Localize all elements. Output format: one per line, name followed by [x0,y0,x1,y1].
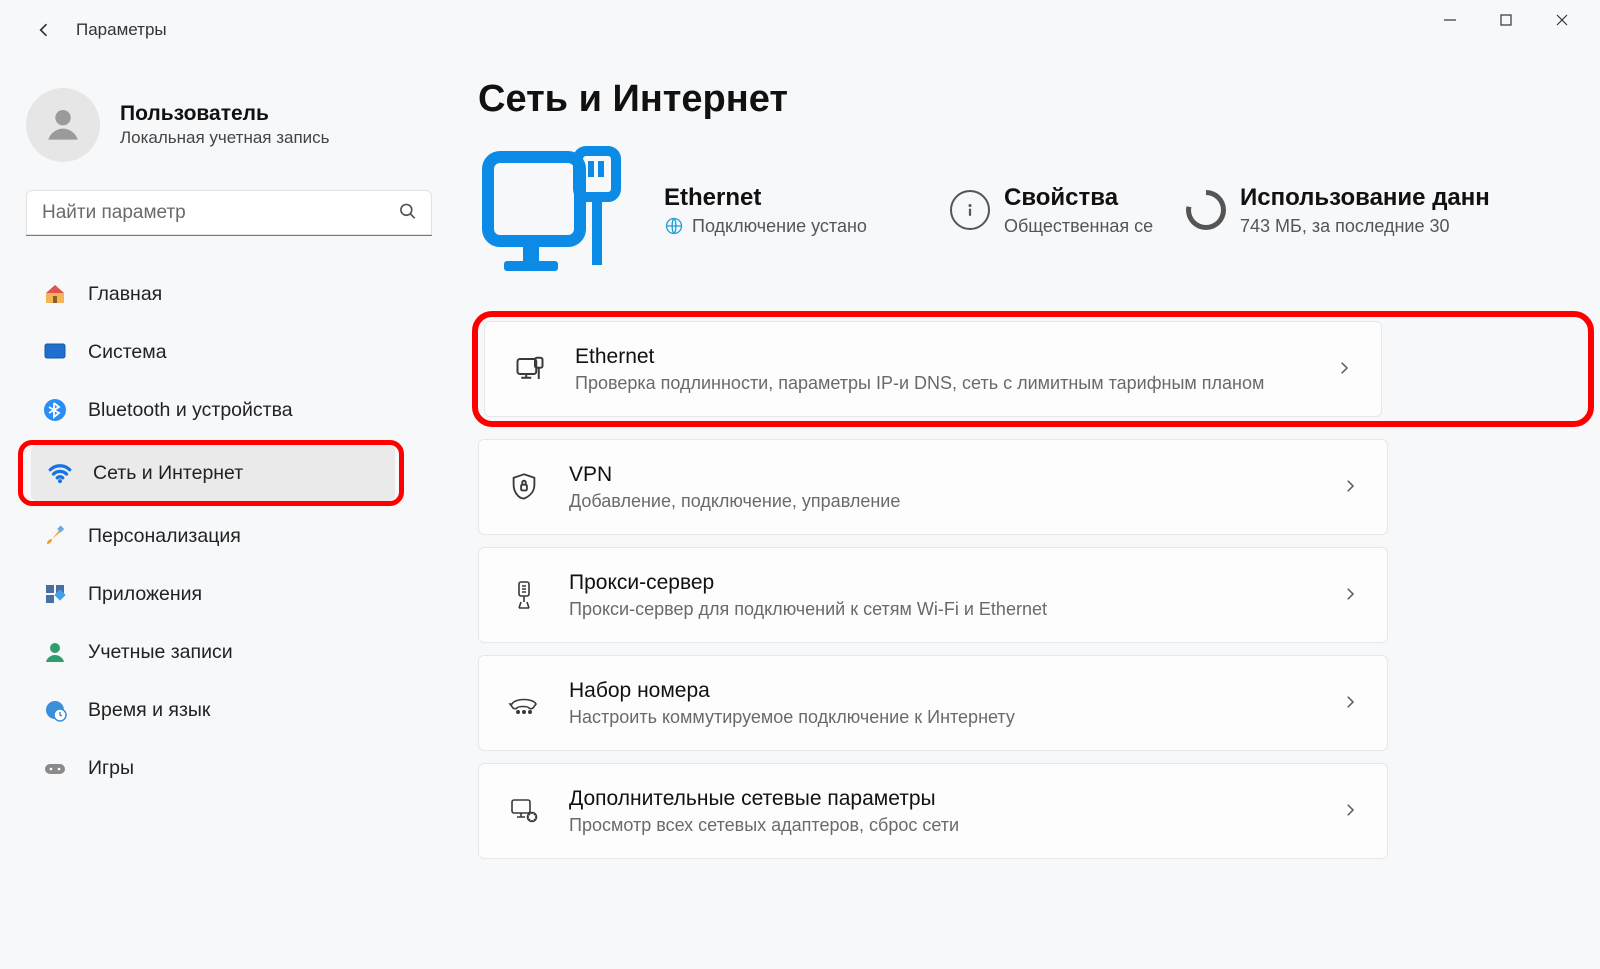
app-title: Параметры [76,20,167,40]
vpn-icon [507,470,541,504]
sidebar-item-label: Главная [88,283,162,306]
sidebar-item-accounts[interactable]: Учетные записи [26,624,400,680]
highlight-ethernet-card: Ethernet Проверка подлинности, параметры… [472,311,1594,427]
search-input[interactable] [26,190,432,236]
search-icon [398,202,418,225]
status-ethernet-subtitle: Подключение устано [692,216,867,237]
card-subtitle: Просмотр всех сетевых адаптеров, сброс с… [569,815,959,836]
sidebar-item-system[interactable]: Система [26,324,400,380]
card-advanced-network[interactable]: Дополнительные сетевые параметры Просмот… [478,763,1388,859]
time-language-icon [42,697,68,723]
settings-cards: Ethernet Проверка подлинности, параметры… [478,311,1600,859]
nav: Главная Система Bluetooth и устройства [26,266,400,796]
status-properties-title: Свойства [1004,184,1153,212]
card-dialup[interactable]: Набор номера Настроить коммутируемое под… [478,655,1388,751]
sidebar-item-personalization[interactable]: Персонализация [26,508,400,564]
chevron-right-icon [1341,585,1359,606]
card-ethernet[interactable]: Ethernet Проверка подлинности, параметры… [484,321,1382,417]
apps-icon [42,581,68,607]
sidebar-item-gaming[interactable]: Игры [26,740,400,796]
status-ethernet[interactable]: Ethernet Подключение устано [664,184,914,237]
chevron-right-icon [1341,693,1359,714]
advanced-network-icon [507,794,541,828]
dialup-icon [507,686,541,720]
accounts-icon [42,639,68,665]
proxy-icon [507,578,541,612]
titlebar: Параметры [0,0,1600,60]
card-title: Дополнительные сетевые параметры [569,787,959,811]
bluetooth-icon [42,397,68,423]
status-ethernet-title: Ethernet [664,184,867,212]
card-subtitle: Прокси-сервер для подключений к сетям Wi… [569,599,1047,620]
card-title: VPN [569,463,900,487]
ethernet-icon [513,352,547,386]
avatar [26,88,100,162]
close-button[interactable] [1534,0,1590,40]
sidebar-item-time-language[interactable]: Время и язык [26,682,400,738]
chevron-right-icon [1335,359,1353,380]
card-title: Ethernet [575,345,1264,369]
sidebar-item-label: Игры [88,757,134,780]
highlight-sidebar-network: Сеть и Интернет [18,440,404,506]
sidebar-item-label: Учетные записи [88,641,233,664]
user-block[interactable]: Пользователь Локальная учетная запись [26,88,400,162]
chevron-right-icon [1341,477,1359,498]
status-usage-subtitle: 743 МБ, за последние 30 [1240,216,1490,237]
home-icon [42,281,68,307]
wifi-icon [47,460,73,486]
sidebar-item-home[interactable]: Главная [26,266,400,322]
sidebar-item-label: Персонализация [88,525,241,548]
sidebar-item-bluetooth[interactable]: Bluetooth и устройства [26,382,400,438]
search-box[interactable] [26,190,432,236]
card-subtitle: Проверка подлинности, параметры IP-и DNS… [575,373,1264,394]
sidebar: Пользователь Локальная учетная запись Гл… [0,60,420,969]
sidebar-item-label: Система [88,341,167,364]
sidebar-item-label: Приложения [88,583,202,606]
status-usage-title: Использование данн [1240,184,1490,212]
minimize-button[interactable] [1422,0,1478,40]
sidebar-item-apps[interactable]: Приложения [26,566,400,622]
main-content: Сеть и Интернет Ethernet [420,60,1600,969]
status-properties-subtitle: Общественная се [1004,216,1153,237]
ethernet-large-icon [478,145,628,275]
maximize-button[interactable] [1478,0,1534,40]
card-subtitle: Настроить коммутируемое подключение к Ин… [569,707,1015,728]
card-title: Набор номера [569,679,1015,703]
brush-icon [42,523,68,549]
globe-icon [664,216,684,236]
user-subtitle: Локальная учетная запись [120,128,330,148]
card-title: Прокси-сервер [569,571,1047,595]
gaming-icon [42,755,68,781]
card-vpn[interactable]: VPN Добавление, подключение, управление [478,439,1388,535]
info-icon [950,190,990,230]
user-name: Пользователь [120,102,330,126]
status-properties[interactable]: Свойства Общественная се [950,184,1150,237]
card-subtitle: Добавление, подключение, управление [569,491,900,512]
network-status-row: Ethernet Подключение устано Свойства Общ… [478,145,1600,275]
back-button[interactable] [24,10,64,50]
sidebar-item-label: Bluetooth и устройства [88,399,293,422]
sidebar-item-label: Сеть и Интернет [93,462,243,485]
card-proxy[interactable]: Прокси-сервер Прокси-сервер для подключе… [478,547,1388,643]
data-usage-icon [1186,190,1226,230]
page-title: Сеть и Интернет [478,78,1600,121]
system-icon [42,339,68,365]
chevron-right-icon [1341,801,1359,822]
status-data-usage[interactable]: Использование данн 743 МБ, за последние … [1186,184,1600,237]
sidebar-item-label: Время и язык [88,699,210,722]
sidebar-item-network[interactable]: Сеть и Интернет [31,445,395,501]
